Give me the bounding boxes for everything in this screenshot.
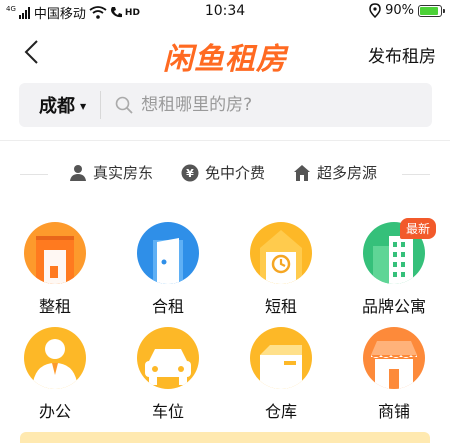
category-label: 整租 [38, 297, 71, 316]
category-label: 车位 [151, 402, 184, 421]
feature-strip: 真实房东 ¥ 免中介费 超多房源 [0, 158, 450, 190]
divider-line-left [20, 174, 48, 175]
city-name: 成都 [39, 96, 75, 117]
category-brand-apartment[interactable]: 最新 品牌公寓 [344, 218, 444, 317]
search-icon [115, 96, 133, 114]
box-icon [250, 327, 312, 389]
location-icon [369, 3, 381, 18]
battery-percent: 90% [385, 3, 414, 18]
office-person-icon [24, 327, 86, 389]
search-input[interactable] [141, 95, 362, 115]
status-bar: 4G 中国移动 HD 10:34 90% [0, 0, 450, 24]
search-field[interactable] [101, 95, 432, 115]
car-icon [137, 327, 199, 389]
category-whole-rent[interactable]: 整租 [5, 222, 105, 317]
svg-text:¥: ¥ [186, 167, 194, 180]
battery-icon [418, 4, 445, 17]
status-right: 90% [369, 3, 445, 18]
shop-icon [363, 327, 425, 389]
publish-rental-button[interactable]: 发布租房 [368, 42, 436, 67]
category-label: 仓库 [264, 402, 297, 421]
category-label: 品牌公寓 [361, 297, 426, 316]
category-short-rent[interactable]: 短租 [231, 222, 331, 317]
category-warehouse[interactable]: 仓库 [231, 327, 331, 422]
category-parking[interactable]: 车位 [118, 327, 218, 422]
nav-bar: 闲鱼租房 发布租房 [0, 26, 450, 80]
building-icon [24, 222, 86, 284]
feature-many-listings: 超多房源 [292, 162, 377, 183]
category-shop[interactable]: 商铺 [344, 327, 444, 422]
feature-label: 免中介费 [205, 164, 266, 182]
door-icon [137, 222, 199, 284]
caret-down-icon: ▼ [80, 101, 87, 111]
feature-real-landlord: 真实房东 [68, 162, 153, 183]
person-icon [68, 163, 88, 183]
promo-banner-edge [20, 432, 430, 443]
feature-no-fee: ¥ 免中介费 [180, 162, 265, 183]
feature-label: 超多房源 [317, 164, 378, 182]
city-selector[interactable]: 成都 ▼ [19, 91, 102, 119]
search-bar: 成都 ▼ [19, 83, 432, 127]
category-label: 合租 [151, 297, 184, 316]
house-icon [292, 163, 312, 183]
divider [0, 140, 450, 141]
yen-icon: ¥ [180, 163, 200, 183]
category-shared-rent[interactable]: 合租 [118, 222, 218, 317]
category-label: 短租 [264, 297, 297, 316]
category-office[interactable]: 办公 [5, 327, 105, 422]
category-label: 商铺 [377, 402, 410, 421]
clock-house-icon [250, 222, 312, 284]
category-label: 办公 [38, 402, 71, 421]
divider-line-right [402, 174, 430, 175]
new-badge: 最新 [399, 218, 436, 239]
feature-label: 真实房东 [93, 164, 154, 182]
